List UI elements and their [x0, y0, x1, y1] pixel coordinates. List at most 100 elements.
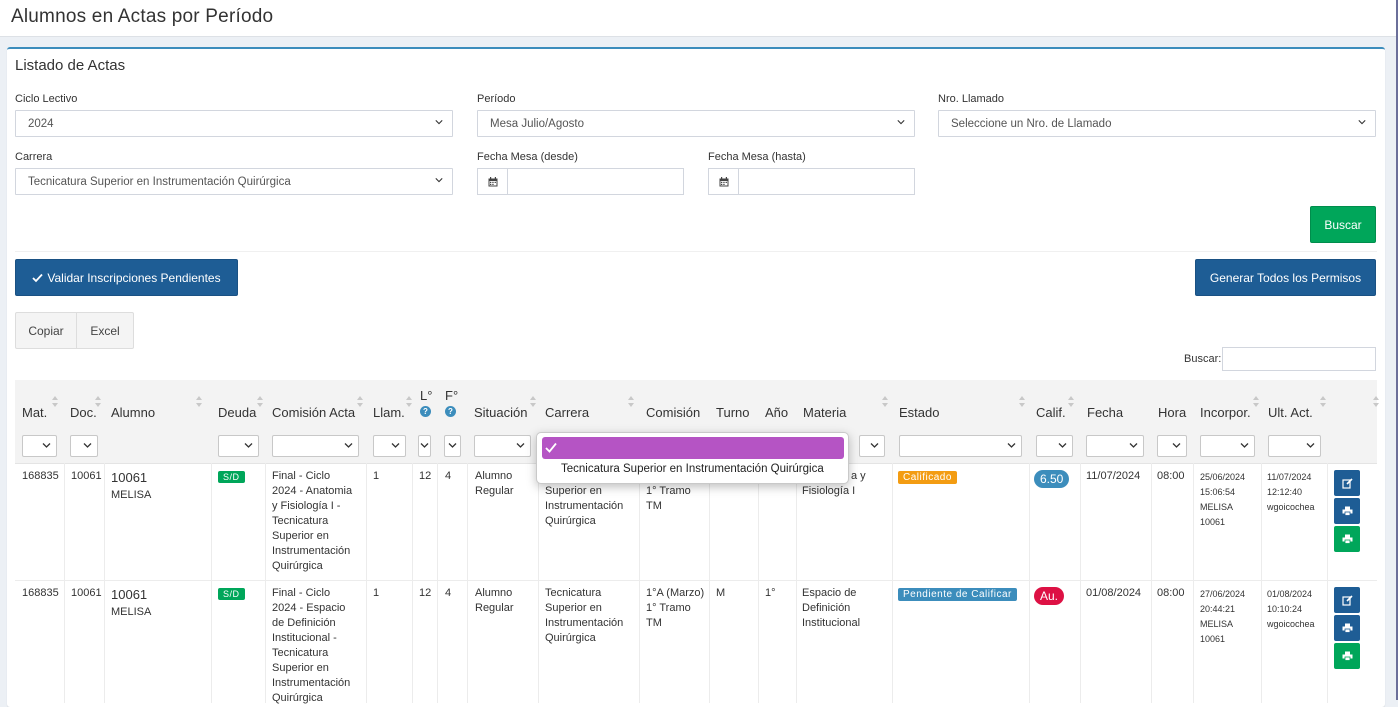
th-folio[interactable]: F° [445, 388, 458, 403]
filter-ult-act[interactable] [1268, 435, 1321, 457]
buscar-button[interactable]: Buscar [1310, 206, 1376, 243]
cell-hora: 08:00 [1157, 470, 1185, 482]
filter-hora[interactable] [1157, 435, 1187, 457]
filter-estado[interactable] [899, 435, 1022, 457]
th-llam[interactable]: Llam. [373, 405, 405, 420]
llamado-select[interactable]: Seleccione un Nro. de Llamado [938, 110, 1376, 137]
filter-materia[interactable] [859, 435, 885, 457]
search-input[interactable] [1222, 347, 1376, 371]
filter-mat[interactable] [22, 435, 57, 457]
dropdown-option-empty[interactable] [542, 437, 844, 459]
search-label: Buscar: [1184, 353, 1222, 365]
th-situacion[interactable]: Situación [474, 405, 527, 420]
cell-situacion: Alumno Regular [475, 469, 514, 499]
print-icon [1342, 506, 1352, 516]
filter-calif[interactable] [1036, 435, 1073, 457]
cell-comision-acta: Final - Ciclo 2024 - Espacio de Definici… [272, 586, 350, 706]
cell-doc: 10061 [71, 587, 102, 599]
th-hora[interactable]: Hora [1158, 405, 1186, 420]
filter-llam[interactable] [373, 435, 406, 457]
periodo-value: Mesa Julio/Agosto [490, 118, 584, 130]
cell-materia: a y [851, 469, 866, 484]
help-icon[interactable]: ? [445, 406, 456, 417]
filter-deuda[interactable] [218, 435, 259, 457]
cell-incorpor: 25/06/2024 15:06:54 MELISA 10061 [1200, 470, 1245, 530]
print-button[interactable] [1334, 615, 1360, 641]
th-mat[interactable]: Mat. [22, 405, 47, 420]
line: 1° Tramo [646, 485, 691, 497]
filter-folio[interactable] [444, 435, 461, 457]
line: MELISA [1200, 619, 1234, 629]
th-materia[interactable]: Materia [803, 405, 846, 420]
sort-icon [1019, 396, 1025, 407]
filter-comision-acta[interactable] [272, 435, 359, 457]
th-fecha[interactable]: Fecha [1087, 405, 1123, 420]
dropdown-option[interactable]: Tecnicatura Superior en Instrumentación … [561, 463, 824, 475]
copiar-button[interactable]: Copiar [15, 312, 77, 349]
th-deuda[interactable]: Deuda [218, 405, 256, 420]
th-turno[interactable]: Turno [716, 405, 749, 420]
filter-situacion[interactable] [474, 435, 531, 457]
edit-icon [1341, 594, 1353, 606]
th-alumno[interactable]: Alumno [111, 405, 155, 420]
col-sep [1151, 463, 1152, 703]
th-comision-acta[interactable]: Comisión Acta [272, 405, 355, 420]
fecha-desde-input[interactable] [477, 168, 684, 195]
excel-button[interactable]: Excel [76, 312, 134, 349]
generar-permisos-button[interactable]: Generar Todos los Permisos [1195, 259, 1376, 296]
fecha-hasta-input[interactable] [708, 168, 915, 195]
th-calif[interactable]: Calif. [1036, 405, 1066, 420]
th-ult-act[interactable]: Ult. Act. [1268, 405, 1313, 420]
filter-doc[interactable] [70, 435, 98, 457]
line: Quirúrgica [272, 560, 323, 572]
edit-button[interactable] [1334, 587, 1360, 613]
th-comision[interactable]: Comisión [646, 405, 700, 420]
sort-icon [882, 396, 888, 407]
print-permiso-button[interactable] [1334, 643, 1360, 669]
filter-fecha[interactable] [1086, 435, 1144, 457]
llamado-label: Nro. Llamado [938, 93, 1005, 105]
chevron-down-icon [344, 443, 353, 448]
llamado-value: Seleccione un Nro. de Llamado [951, 118, 1112, 130]
line: Quirúrgica [272, 692, 323, 704]
col-sep [104, 463, 105, 703]
print-permiso-button[interactable] [1334, 526, 1360, 552]
col-sep [437, 463, 438, 703]
chevron-down-icon [516, 443, 525, 448]
box-title: Listado de Actas [15, 57, 126, 74]
line: a y [851, 470, 866, 482]
th-anio[interactable]: Año [765, 405, 788, 420]
th-libro[interactable]: L° [420, 388, 432, 403]
th-doc[interactable]: Doc. [70, 405, 97, 420]
th-estado[interactable]: Estado [899, 405, 939, 420]
cell-comision-acta: Final - Ciclo 2024 - Anatomia y Fisiolog… [272, 469, 352, 574]
cell-materia-2: Fisiología I [802, 485, 856, 497]
filter-incorpor[interactable] [1200, 435, 1255, 457]
validar-label: Validar Inscripciones Pendientes [47, 270, 221, 285]
th-incorpor[interactable]: Incorpor. [1200, 405, 1251, 420]
line: TM [646, 500, 662, 512]
carrera-filter-dropdown[interactable]: Tecnicatura Superior en Instrumentación … [536, 432, 849, 484]
filter-libro[interactable] [418, 435, 431, 457]
estado-badge: Pendiente de Calificar [898, 588, 1017, 601]
line: 01/08/2024 [1267, 589, 1313, 599]
check-icon [32, 273, 44, 282]
line: wgoicochea [1267, 619, 1315, 629]
cell-turno: M [716, 587, 726, 599]
carrera-select[interactable]: Tecnicatura Superior en Instrumentación … [15, 168, 453, 195]
validar-inscripciones-button[interactable]: Validar Inscripciones Pendientes [15, 259, 238, 296]
cell-llam: 1 [373, 470, 380, 482]
periodo-select[interactable]: Mesa Julio/Agosto [477, 110, 915, 137]
line: y Fisiología I - [272, 500, 341, 512]
ciclo-select[interactable]: 2024 [15, 110, 453, 137]
cell-incorpor: 27/06/2024 20:44:21 MELISA 10061 [1200, 587, 1245, 647]
print-button[interactable] [1334, 498, 1360, 524]
deuda-badge: S/D [218, 588, 245, 600]
col-sep [639, 463, 640, 703]
edit-button[interactable] [1334, 470, 1360, 496]
help-icon[interactable]: ? [420, 406, 431, 417]
chevron-down-icon [244, 443, 253, 448]
ciclo-value: 2024 [28, 118, 54, 130]
th-carrera[interactable]: Carrera [545, 405, 589, 420]
line: Instrumentación [545, 617, 624, 629]
